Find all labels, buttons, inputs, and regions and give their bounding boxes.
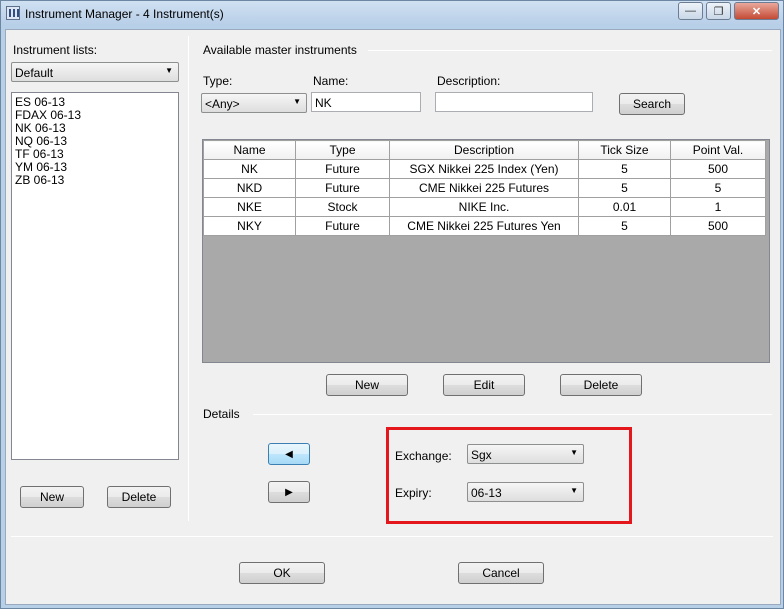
chevron-down-icon: ▼ <box>293 97 301 106</box>
cell-tick-size: 0.01 <box>578 197 671 217</box>
column-header-point-value[interactable]: Point Val. <box>670 140 766 160</box>
cell-description: NIKE Inc. <box>389 197 579 217</box>
delete-instrument-button[interactable]: Delete <box>560 374 642 396</box>
arrow-left-icon: ◀ <box>285 448 293 460</box>
cell-name: NKD <box>203 178 296 198</box>
master-instruments-grid[interactable]: Name Type Description Tick Size Point Va… <box>202 139 770 363</box>
ok-button[interactable]: OK <box>239 562 325 584</box>
exchange-select[interactable]: Sgx ▼ <box>467 444 584 464</box>
exchange-label: Exchange: <box>395 449 452 463</box>
search-button[interactable]: Search <box>619 93 685 115</box>
delete-list-button[interactable]: Delete <box>107 486 171 508</box>
cell-tick-size: 5 <box>578 216 671 236</box>
dialog-client-area: Instrument lists: Default ▼ ES 06-13 FDA… <box>5 29 781 605</box>
cell-description: CME Nikkei 225 Futures Yen <box>389 216 579 236</box>
column-header-type[interactable]: Type <box>295 140 390 160</box>
instrument-list-select[interactable]: Default ▼ <box>11 62 179 82</box>
instrument-manager-window: Instrument Manager - 4 Instrument(s) — ❐… <box>0 0 784 609</box>
exchange-select-value: Sgx <box>471 448 492 462</box>
table-row[interactable]: NKD Future CME Nikkei 225 Futures 5 5 <box>203 178 766 198</box>
description-input[interactable] <box>435 92 593 112</box>
type-label: Type: <box>203 74 233 88</box>
name-label: Name: <box>313 74 349 88</box>
close-button[interactable]: ✕ <box>734 2 779 20</box>
cancel-button[interactable]: Cancel <box>458 562 544 584</box>
edit-instrument-button[interactable]: Edit <box>443 374 525 396</box>
cell-name: NKE <box>203 197 296 217</box>
cell-type: Future <box>295 159 390 179</box>
description-label: Description: <box>437 74 501 88</box>
name-input-value: NK <box>315 96 332 110</box>
app-icon <box>6 6 20 20</box>
cell-point-value: 500 <box>670 159 766 179</box>
instrument-listbox[interactable]: ES 06-13 FDAX 06-13 NK 06-13 NQ 06-13 TF… <box>11 92 179 460</box>
list-item[interactable]: ZB 06-13 <box>12 174 178 187</box>
cell-point-value: 500 <box>670 216 766 236</box>
group-separator <box>253 414 772 415</box>
cell-description: SGX Nikkei 225 Index (Yen) <box>389 159 579 179</box>
expiry-select-value: 06-13 <box>471 486 502 500</box>
arrow-right-icon: ▶ <box>285 486 293 498</box>
column-header-name[interactable]: Name <box>203 140 296 160</box>
cell-tick-size: 5 <box>578 159 671 179</box>
table-header-row: Name Type Description Tick Size Point Va… <box>203 140 766 160</box>
window-title: Instrument Manager - 4 Instrument(s) <box>25 7 224 21</box>
type-select-value: <Any> <box>205 97 240 111</box>
maximize-button[interactable]: ❐ <box>706 2 731 20</box>
highlight-box <box>386 427 632 524</box>
new-list-button[interactable]: New <box>20 486 84 508</box>
group-separator <box>368 50 772 51</box>
expiry-label: Expiry: <box>395 486 432 500</box>
type-select[interactable]: <Any> ▼ <box>201 93 307 113</box>
master-instruments-group-label: Available master instruments <box>203 43 357 57</box>
instruments-table: Name Type Description Tick Size Point Va… <box>203 140 766 236</box>
cell-type: Future <box>295 178 390 198</box>
remove-from-list-button[interactable]: ▶ <box>268 481 310 503</box>
instrument-lists-label: Instrument lists: <box>13 43 98 57</box>
table-row[interactable]: NKY Future CME Nikkei 225 Futures Yen 5 … <box>203 216 766 236</box>
cell-name: NKY <box>203 216 296 236</box>
minimize-button[interactable]: — <box>678 2 703 20</box>
cell-type: Stock <box>295 197 390 217</box>
cell-tick-size: 5 <box>578 178 671 198</box>
table-row[interactable]: NKE Stock NIKE Inc. 0.01 1 <box>203 197 766 217</box>
title-bar[interactable]: Instrument Manager - 4 Instrument(s) — ❐… <box>1 1 783 27</box>
cell-type: Future <box>295 216 390 236</box>
chevron-down-icon: ▼ <box>165 66 173 75</box>
cell-name: NK <box>203 159 296 179</box>
column-header-description[interactable]: Description <box>389 140 579 160</box>
expiry-select[interactable]: 06-13 ▼ <box>467 482 584 502</box>
table-row[interactable]: NK Future SGX Nikkei 225 Index (Yen) 5 5… <box>203 159 766 179</box>
chevron-down-icon: ▼ <box>570 448 578 457</box>
column-header-tick-size[interactable]: Tick Size <box>578 140 671 160</box>
cell-point-value: 1 <box>670 197 766 217</box>
cell-description: CME Nikkei 225 Futures <box>389 178 579 198</box>
panel-divider <box>188 36 189 521</box>
add-to-list-button[interactable]: ◀ <box>268 443 310 465</box>
instrument-list-value: Default <box>15 66 54 80</box>
footer-separator <box>11 536 773 537</box>
name-input[interactable]: NK <box>311 92 421 112</box>
new-instrument-button[interactable]: New <box>326 374 408 396</box>
cell-point-value: 5 <box>670 178 766 198</box>
details-group-label: Details <box>203 407 240 421</box>
chevron-down-icon: ▼ <box>570 486 578 495</box>
